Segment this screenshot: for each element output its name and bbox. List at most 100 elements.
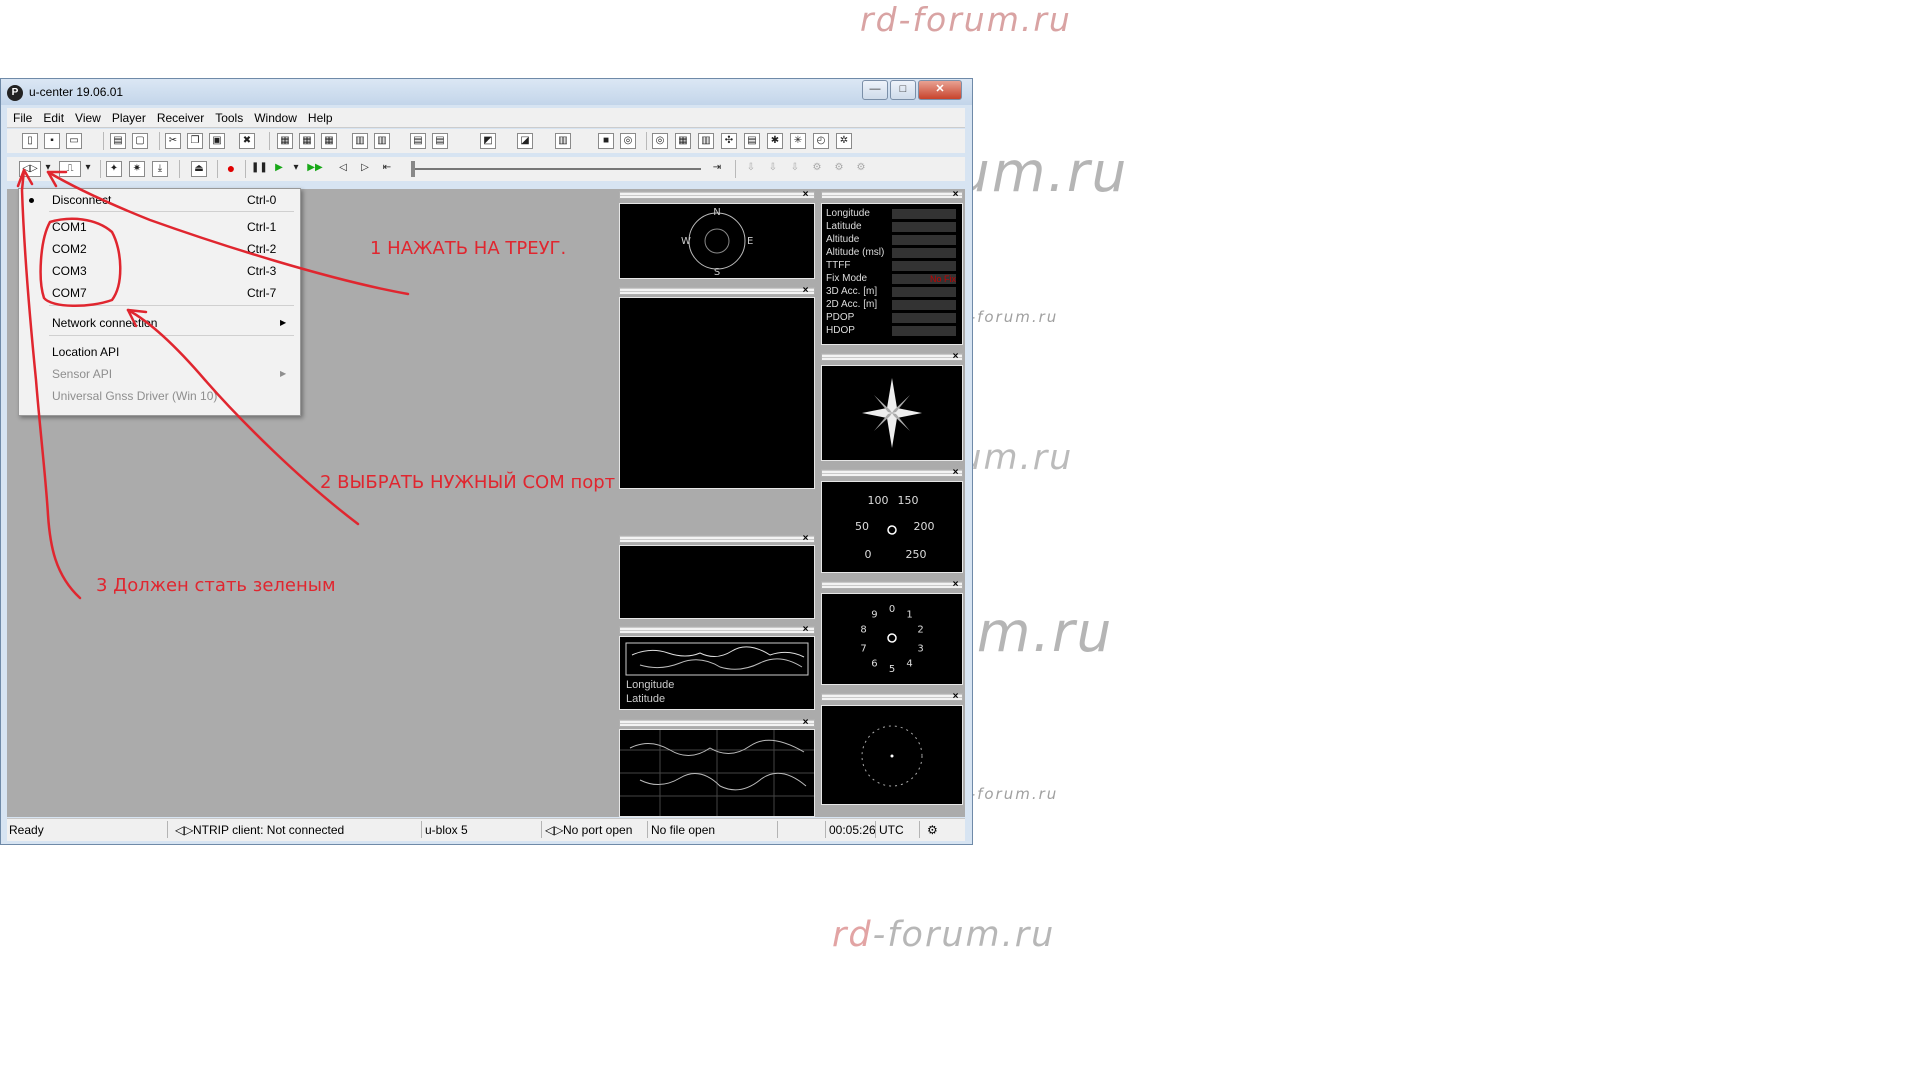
copy-icon[interactable]: ❐ — [187, 133, 203, 149]
maximize-button[interactable]: □ — [890, 80, 916, 100]
skyview-pane: N S E W — [619, 203, 815, 279]
playback-slider-thumb[interactable] — [411, 161, 415, 177]
close-compass-pane-icon[interactable]: × — [951, 352, 960, 362]
close-speed-pane-icon[interactable]: × — [951, 468, 960, 478]
new-icon[interactable]: ▯ — [22, 133, 38, 149]
playback-slider-track[interactable] — [411, 168, 701, 170]
menu-receiver[interactable]: Receiver — [151, 108, 209, 125]
data-row: TTFF — [826, 260, 958, 272]
baudrate-dropdown-arrow-icon[interactable]: ▾ — [83, 161, 93, 177]
play-icon[interactable]: ▶ — [271, 161, 287, 177]
close-world-map-pane-icon[interactable]: × — [801, 625, 810, 635]
menu-file[interactable]: File — [7, 108, 37, 125]
map-latitude-label: Latitude — [626, 693, 666, 705]
fast-forward-icon[interactable]: ▶▶ — [307, 161, 323, 177]
speed-label-200: 200 — [914, 520, 935, 533]
menu-tools[interactable]: Tools — [209, 108, 248, 125]
pause-icon[interactable]: ❚❚ — [251, 161, 268, 177]
deviation-icon[interactable]: ◎ — [620, 133, 636, 149]
histogram-icon[interactable]: ▥ — [698, 133, 714, 149]
binary-view-icon[interactable]: ▥ — [374, 133, 390, 149]
messages-view-icon[interactable]: ▥ — [352, 133, 368, 149]
menu-item-com2[interactable]: COM2 — [52, 242, 87, 256]
poll-icon[interactable]: ⤓ — [152, 161, 168, 177]
data-pane: Longitude Latitude Altitude Altitude (msl) T… — [821, 203, 963, 345]
title-bar[interactable]: P u-center 19.06.01 — □ ✕ — [1, 79, 972, 105]
submenu-arrow-icon: ▶ — [280, 318, 287, 327]
connection-icon[interactable]: ◁▷ — [19, 161, 41, 177]
debug-icon[interactable]: ✷ — [129, 161, 145, 177]
close-level-pane-icon[interactable]: × — [801, 286, 810, 296]
step-forward-icon[interactable]: ▷ — [357, 161, 373, 177]
config2-icon[interactable]: ▦ — [299, 133, 315, 149]
status-ready: Ready — [9, 823, 44, 837]
close-globe-pane-icon[interactable]: × — [801, 718, 810, 728]
menu-item-com3[interactable]: COM3 — [52, 264, 87, 278]
chart-view-icon[interactable]: ◪ — [517, 133, 533, 149]
data-row-label: 2D Acc. [m] — [826, 299, 878, 310]
data-row: Longitude — [826, 208, 958, 220]
clock-label: 0 — [889, 604, 895, 615]
skyview-n-label: N — [713, 207, 720, 218]
menu-edit[interactable]: Edit — [37, 108, 69, 125]
paste-icon[interactable]: ▣ — [209, 133, 225, 149]
satellite-level-icon[interactable]: ▦ — [675, 133, 691, 149]
clear-icon[interactable]: ✖ — [239, 133, 255, 149]
play-dropdown-arrow-icon[interactable]: ▾ — [291, 161, 301, 177]
clock-label: 1 — [906, 610, 912, 621]
menu-window[interactable]: Window — [248, 108, 302, 125]
list-icon[interactable]: ▤ — [744, 133, 760, 149]
gauge-icon[interactable]: ✲ — [836, 133, 852, 149]
minimize-button[interactable]: — — [862, 80, 888, 100]
menu-item-network-connection[interactable]: Network connection — [52, 316, 157, 330]
black-pane — [619, 545, 815, 619]
close-data-pane-icon[interactable]: × — [951, 190, 960, 200]
data-row-value — [892, 326, 956, 336]
eject-icon[interactable]: ⏏ — [191, 161, 207, 177]
speed-label-0: 0 — [865, 548, 872, 561]
open-icon[interactable]: ▭ — [66, 133, 82, 149]
clock-icon[interactable]: ◴ — [813, 133, 829, 149]
star-icon[interactable]: ✱ — [767, 133, 783, 149]
config3-icon[interactable]: ▦ — [321, 133, 337, 149]
compass-icon[interactable]: ✣ — [721, 133, 737, 149]
packet-console-icon[interactable]: ▤ — [432, 133, 448, 149]
text-console-icon[interactable]: ▤ — [410, 133, 426, 149]
clock-label: 7 — [860, 643, 866, 654]
table-view-icon[interactable]: ▥ — [555, 133, 571, 149]
save-icon[interactable]: ▪ — [44, 133, 60, 149]
world-icon[interactable]: ✳ — [790, 133, 806, 149]
cut-icon[interactable]: ✂ — [165, 133, 181, 149]
print-preview-icon[interactable]: ▢ — [132, 133, 148, 149]
connection-dropdown-menu: Disconnect Ctrl-0 COM1 Ctrl-1 COM2 Ctrl-… — [18, 188, 301, 416]
go-end-icon[interactable]: ⇥ — [709, 161, 725, 177]
close-black-pane-icon[interactable]: × — [801, 534, 810, 544]
black-view-icon[interactable]: ■ — [598, 133, 614, 149]
data-row-value — [892, 209, 956, 219]
close-button[interactable]: ✕ — [918, 80, 962, 100]
menu-view[interactable]: View — [69, 108, 106, 125]
clock-label: 6 — [871, 658, 877, 669]
step-back-icon[interactable]: ◁ — [335, 161, 351, 177]
menu-item-disconnect[interactable]: Disconnect — [52, 193, 111, 207]
close-skyview-icon[interactable]: × — [801, 190, 810, 200]
menu-item-com7[interactable]: COM7 — [52, 286, 87, 300]
menu-help[interactable]: Help — [302, 108, 338, 125]
config-icon[interactable]: ▦ — [277, 133, 293, 149]
go-start-icon[interactable]: ⇤ — [379, 161, 395, 177]
print-icon[interactable]: ▤ — [110, 133, 126, 149]
menu-item-location-api[interactable]: Location API — [52, 345, 119, 359]
autobauding-icon[interactable]: ✦ — [106, 161, 122, 177]
menu-player[interactable]: Player — [106, 108, 151, 125]
map-view-icon[interactable]: ◩ — [480, 133, 496, 149]
status-settings-icon[interactable]: ⚙ — [927, 823, 938, 837]
connection-dropdown-arrow-icon[interactable]: ▾ — [43, 161, 53, 177]
menu-item-com1[interactable]: COM1 — [52, 220, 87, 234]
record-icon[interactable]: ● — [223, 161, 239, 177]
baudrate-icon[interactable]: ⎍ — [59, 161, 81, 177]
tool-disabled-1-icon: ⇩ — [746, 162, 756, 173]
close-deviation-pane-icon[interactable]: × — [951, 692, 960, 702]
close-clock-pane-icon[interactable]: × — [951, 580, 960, 590]
sky-view-icon[interactable]: ◎ — [652, 133, 668, 149]
speed-label-50: 50 — [855, 520, 869, 533]
